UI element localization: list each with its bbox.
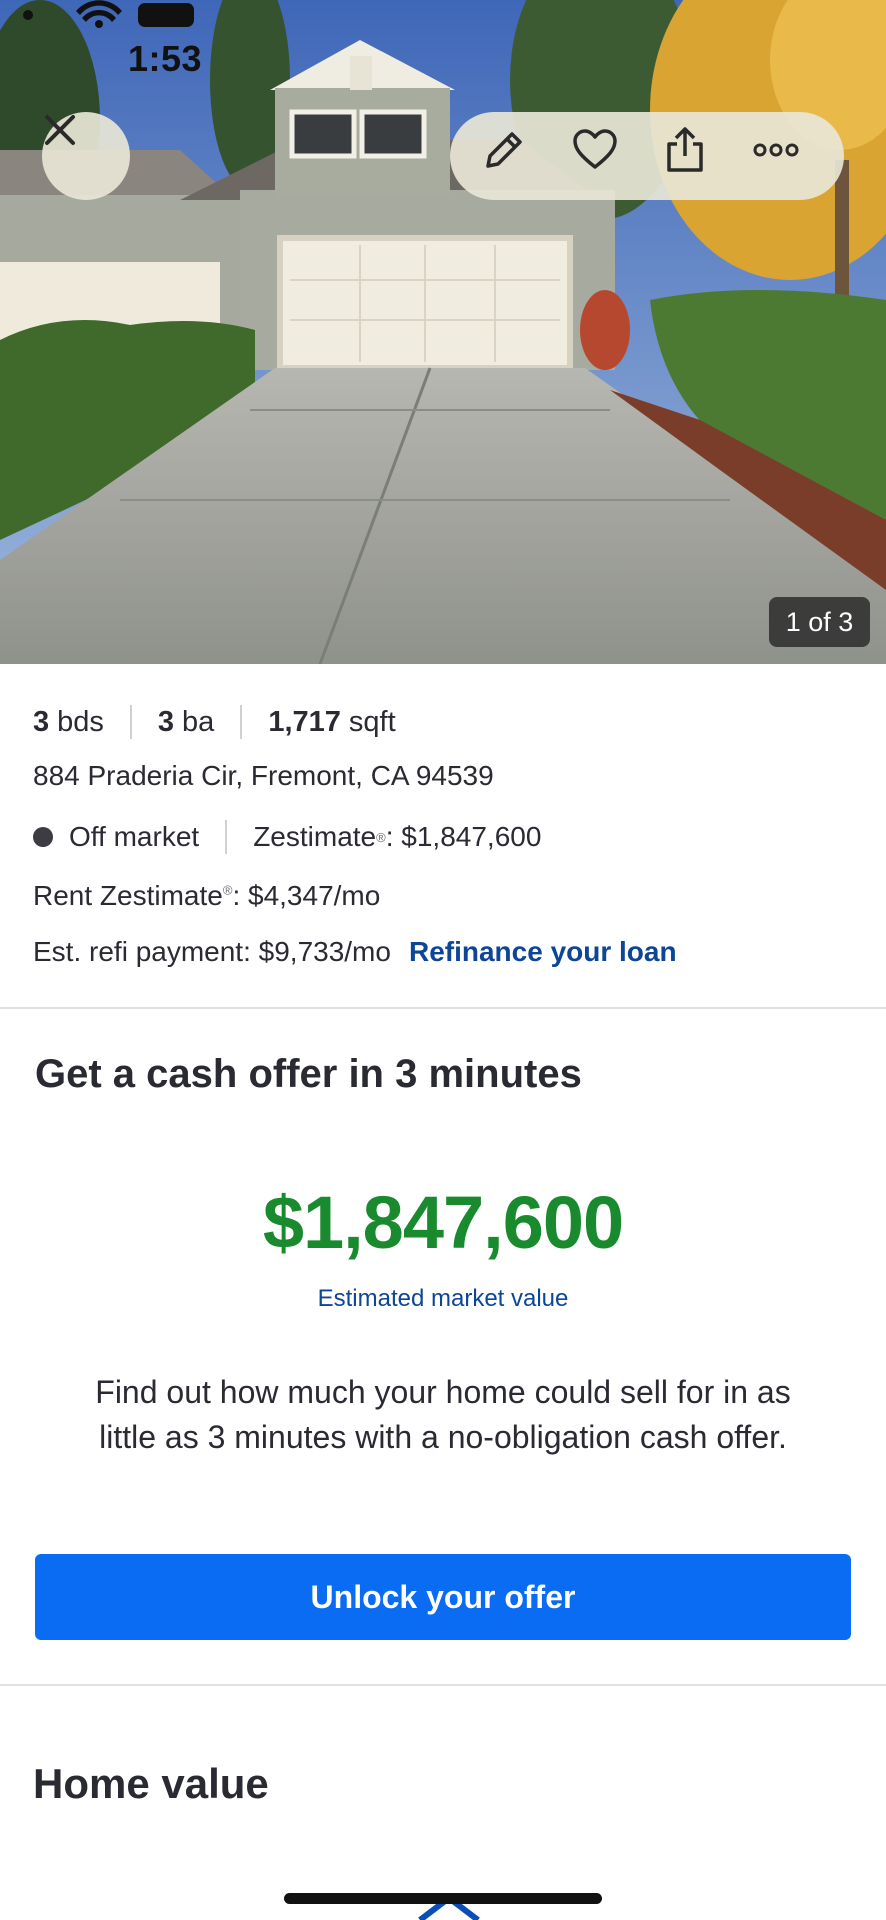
- close-icon: [45, 115, 75, 145]
- estimated-market-value-caption: Estimated market value: [317, 1285, 569, 1312]
- status-label: Off market: [69, 821, 200, 852]
- registered-mark-icon: ®: [222, 882, 233, 898]
- share-button[interactable]: [661, 126, 721, 186]
- section-divider: [0, 1007, 886, 1009]
- close-button[interactable]: [42, 112, 130, 200]
- refi-payment-text: Est. refi payment: $9,733/mo: [33, 936, 391, 967]
- listing-actions: [450, 112, 844, 200]
- home-facts: 3 bds 3 ba 1,717 sqft: [33, 700, 853, 744]
- sqft-unit: sqft: [348, 705, 396, 738]
- status-dot-icon: [33, 827, 53, 847]
- divider: [225, 820, 228, 854]
- zestimate-label[interactable]: Zestimate: [253, 821, 376, 853]
- beds-value: 3: [33, 705, 50, 738]
- registered-mark-icon: ®: [376, 829, 386, 845]
- beds-baths-sqft: 3 bds 3 ba 1,717 sqft: [33, 700, 853, 744]
- status-time: 1:53: [128, 38, 203, 79]
- share-icon: [667, 127, 703, 172]
- market-status: Off market Zestimate ®: $1,847,600: [33, 820, 541, 854]
- photo-counter: 1 of 3: [769, 597, 870, 647]
- baths-unit: ba: [182, 705, 215, 738]
- rent-zestimate-value: : $4,347/mo: [232, 880, 381, 911]
- rent-zestimate-label[interactable]: Rent Zestimate: [33, 880, 223, 911]
- cash-offer-description: Find out how much your home could sell f…: [95, 1374, 791, 1455]
- rent-zestimate: Rent Zestimate®: $4,347/mo: [33, 880, 380, 912]
- house-photo-illustration: [0, 0, 886, 664]
- save-home-button[interactable]: [571, 126, 631, 186]
- edit-button[interactable]: [480, 126, 540, 186]
- status-icons: [23, 0, 194, 28]
- estimated-market-value: $1,847,600: [262, 1181, 624, 1264]
- more-icon: [753, 143, 799, 157]
- section-divider: [0, 1684, 886, 1686]
- listing-photo[interactable]: 1:53 1 of 3: [0, 0, 886, 664]
- sqft-value: 1,717: [268, 705, 341, 738]
- home-value-title: Home value: [33, 1760, 269, 1807]
- beds-unit: bds: [57, 705, 104, 738]
- divider: [240, 705, 243, 739]
- cash-offer-title: Get a cash offer in 3 minutes: [35, 1052, 582, 1096]
- edit-icon: [486, 132, 522, 168]
- refi-payment: Est. refi payment: $9,733/mo Refinance y…: [33, 936, 677, 968]
- unlock-offer-button[interactable]: Unlock your offer: [35, 1554, 851, 1640]
- battery-icon: [138, 3, 194, 27]
- zestimate-value: : $1,847,600: [385, 821, 542, 852]
- property-address: 884 Praderia Cir, Fremont, CA 94539: [33, 760, 494, 791]
- wifi-icon: [76, 0, 122, 28]
- home-indicator[interactable]: [284, 1893, 602, 1904]
- more-options-button[interactable]: [752, 126, 812, 186]
- heart-icon: [573, 129, 617, 169]
- camera-dot-icon: [23, 10, 33, 20]
- refinance-link[interactable]: Refinance your loan: [409, 936, 677, 968]
- divider: [129, 705, 132, 739]
- baths-value: 3: [157, 705, 175, 738]
